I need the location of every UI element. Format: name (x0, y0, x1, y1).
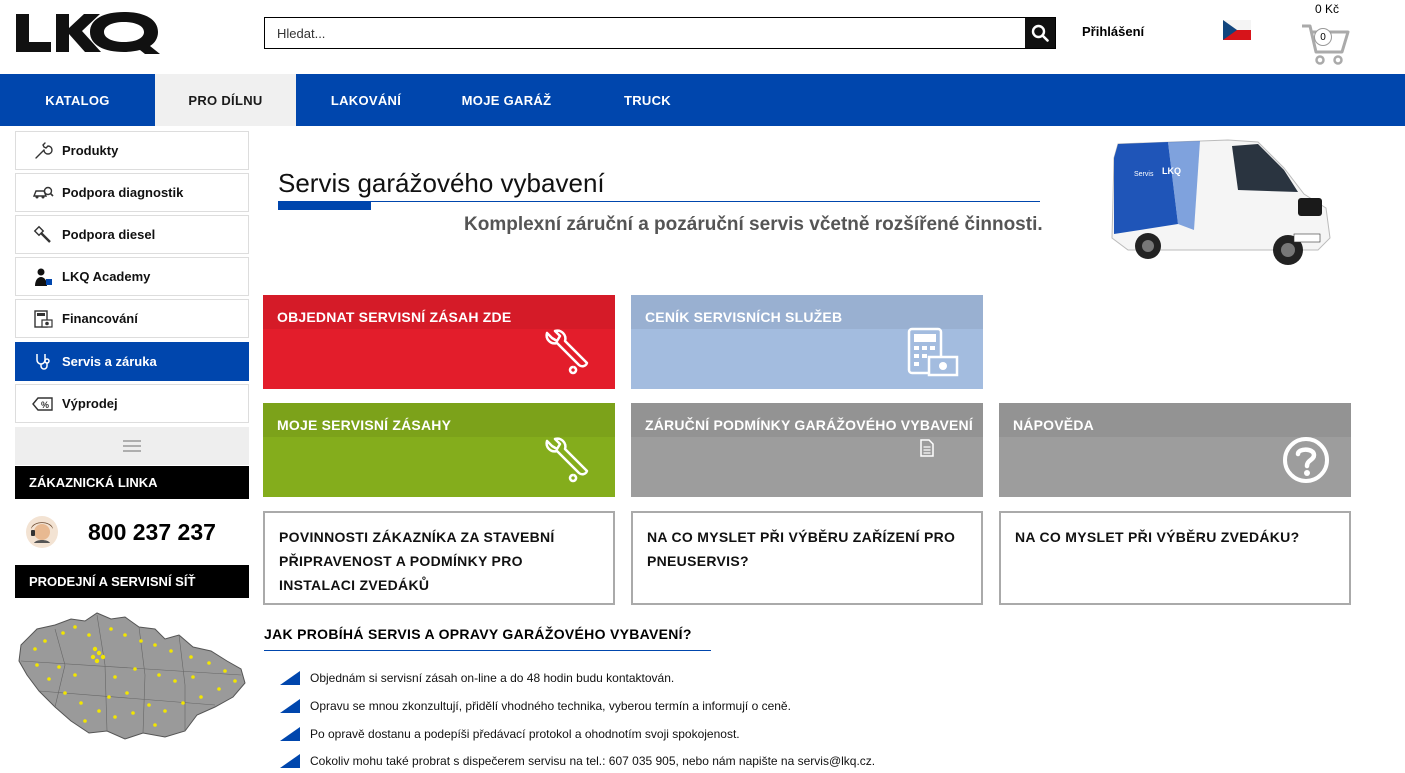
sidebar-item-label: Výprodej (62, 396, 118, 411)
car-search-icon (32, 182, 54, 204)
sidebar-item-label: Produkty (62, 143, 119, 158)
sidebar-item-label: Podpora diesel (62, 227, 156, 242)
page-subtitle: Komplexní záruční a pozáruční servis vče… (464, 214, 1043, 235)
sidebar-item-label: Servis a záruka (62, 354, 157, 369)
lkq-logo[interactable] (14, 10, 174, 54)
search-bar (264, 17, 1056, 49)
process-step: Po opravě dostanu a podepíši předávací p… (280, 727, 740, 741)
lkq-service-van-image: Servis LKQ (1111, 139, 1331, 265)
sidebar-item-podpora-diagnostik[interactable]: Podpora diagnostik (15, 173, 249, 212)
tile-label: CENÍK SERVISNÍCH SLUŽEB (645, 309, 843, 325)
search-icon (1031, 24, 1049, 42)
sidebar-item-servis-a-zaruka[interactable]: Servis a záruka (15, 342, 249, 381)
process-step-text: Objednám si servisní zásah on-line a do … (310, 671, 675, 685)
nav-item-katalog[interactable]: KATALOG (0, 74, 155, 126)
svg-text:LKQ: LKQ (1162, 166, 1181, 176)
tile-help[interactable]: NÁPOVĚDA (999, 403, 1351, 497)
sidebar-item-label: Financování (62, 311, 138, 326)
main-navigation: KATALOG PRO DÍLNU LAKOVÁNÍ MOJE GARÁŽ TR… (0, 74, 1405, 126)
nav-item-lakovani[interactable]: LAKOVÁNÍ (296, 74, 436, 126)
wrench-icon (32, 140, 54, 162)
triangle-bullet-icon (280, 699, 300, 713)
question-icon (1283, 437, 1329, 483)
info-box-tyre-equipment[interactable]: NA CO MYSLET PŘI VÝBĚRU ZAŘÍZENÍ PRO PNE… (631, 511, 983, 605)
process-step: Opravu se mnou zkonzultují, přidělí vhod… (280, 699, 791, 713)
tile-label: NÁPOVĚDA (1013, 417, 1094, 433)
process-step-text: Opravu se mnou zkonzultují, přidělí vhod… (310, 699, 791, 713)
title-accent-bar (278, 201, 371, 210)
sidebar-item-podpora-diesel[interactable]: Podpora diesel (15, 215, 249, 254)
sidebar-item-label: LKQ Academy (62, 269, 151, 284)
tile-label: OBJEDNAT SERVISNÍ ZÁSAH ZDE (277, 309, 512, 325)
process-step: Cokoliv mohu také probrat s dispečerem s… (280, 754, 875, 768)
triangle-bullet-icon (280, 727, 300, 741)
sidebar-item-financovani[interactable]: Financování (15, 299, 249, 338)
tile-my-service-jobs[interactable]: MOJE SERVISNÍ ZÁSAHY (263, 403, 615, 497)
tile-label: MOJE SERVISNÍ ZÁSAHY (277, 417, 452, 433)
sidebar-item-produkty[interactable]: Produkty (15, 131, 249, 170)
hotline-heading: ZÁKAZNICKÁ LINKA (15, 466, 249, 499)
triangle-bullet-icon (280, 754, 300, 768)
network-heading[interactable]: PRODEJNÍ A SERVISNÍ SÍŤ (15, 565, 249, 598)
process-heading-underline (264, 650, 711, 651)
page-title: Servis garážového vybavení (278, 168, 605, 198)
discount-tag-icon: % (32, 393, 54, 415)
nav-item-truck[interactable]: TRUCK (577, 74, 718, 126)
info-box-lift-choice[interactable]: NA CO MYSLET PŘI VÝBĚRU ZVEDÁKU? (999, 511, 1351, 605)
czech-republic-network-map[interactable] (15, 605, 249, 745)
tile-order-service[interactable]: OBJEDNAT SERVISNÍ ZÁSAH ZDE (263, 295, 615, 389)
sidebar-item-vyprodej[interactable]: % Výprodej (15, 384, 249, 423)
stethoscope-icon (32, 351, 54, 373)
triangle-bullet-icon (280, 671, 300, 685)
process-heading: JAK PROBÍHÁ SERVIS A OPRAVY GARÁŽOVÉHO V… (264, 626, 692, 642)
sidebar-expand-button[interactable] (15, 427, 249, 465)
tile-service-price-list[interactable]: CENÍK SERVISNÍCH SLUŽEB (631, 295, 983, 389)
svg-text:Servis: Servis (1134, 171, 1154, 178)
calculator-icon (32, 308, 54, 330)
process-step-text: Po opravě dostanu a podepíši předávací p… (310, 727, 740, 741)
wrench-icon (545, 437, 589, 483)
title-underline (278, 201, 1040, 202)
document-icon (920, 439, 934, 457)
sidebar-item-lkq-academy[interactable]: LKQ Academy (15, 257, 249, 296)
tile-label: ZÁRUČNÍ PODMÍNKY GARÁŽOVÉHO VYBAVENÍ (645, 417, 973, 433)
header: Přihlášení 0 Kč 0 (0, 0, 1405, 74)
hotline-contact: 800 237 237 (15, 511, 249, 561)
nav-item-moje-garaz[interactable]: MOJE GARÁŽ (436, 74, 577, 126)
svg-text:%: % (41, 400, 49, 410)
info-box-lift-installation[interactable]: POVINNOSTI ZÁKAZNÍKA ZA STAVEBNÍ PŘIPRAV… (263, 511, 615, 605)
hotline-number[interactable]: 800 237 237 (88, 519, 216, 546)
hamburger-menu-icon (123, 440, 141, 452)
tile-warranty-conditions[interactable]: ZÁRUČNÍ PODMÍNKY GARÁŽOVÉHO VYBAVENÍ (631, 403, 983, 497)
czech-flag-icon[interactable] (1223, 20, 1251, 40)
login-link[interactable]: Přihlášení (1082, 24, 1144, 39)
teacher-icon (32, 266, 54, 288)
operator-avatar-icon (26, 516, 58, 548)
search-button[interactable] (1025, 18, 1055, 48)
sidebar-item-label: Podpora diagnostik (62, 185, 184, 200)
nav-item-pro-dilnu[interactable]: PRO DÍLNU (155, 74, 296, 126)
cart-price: 0 Kč (1315, 2, 1340, 16)
cart-count-badge[interactable]: 0 (1314, 28, 1332, 46)
calculator-money-icon (907, 327, 959, 377)
injector-icon (32, 224, 54, 246)
wrench-icon (545, 329, 589, 375)
process-step-text: Cokoliv mohu také probrat s dispečerem s… (310, 754, 876, 768)
search-input[interactable] (265, 18, 1025, 48)
process-step: Objednám si servisní zásah on-line a do … (280, 671, 674, 685)
